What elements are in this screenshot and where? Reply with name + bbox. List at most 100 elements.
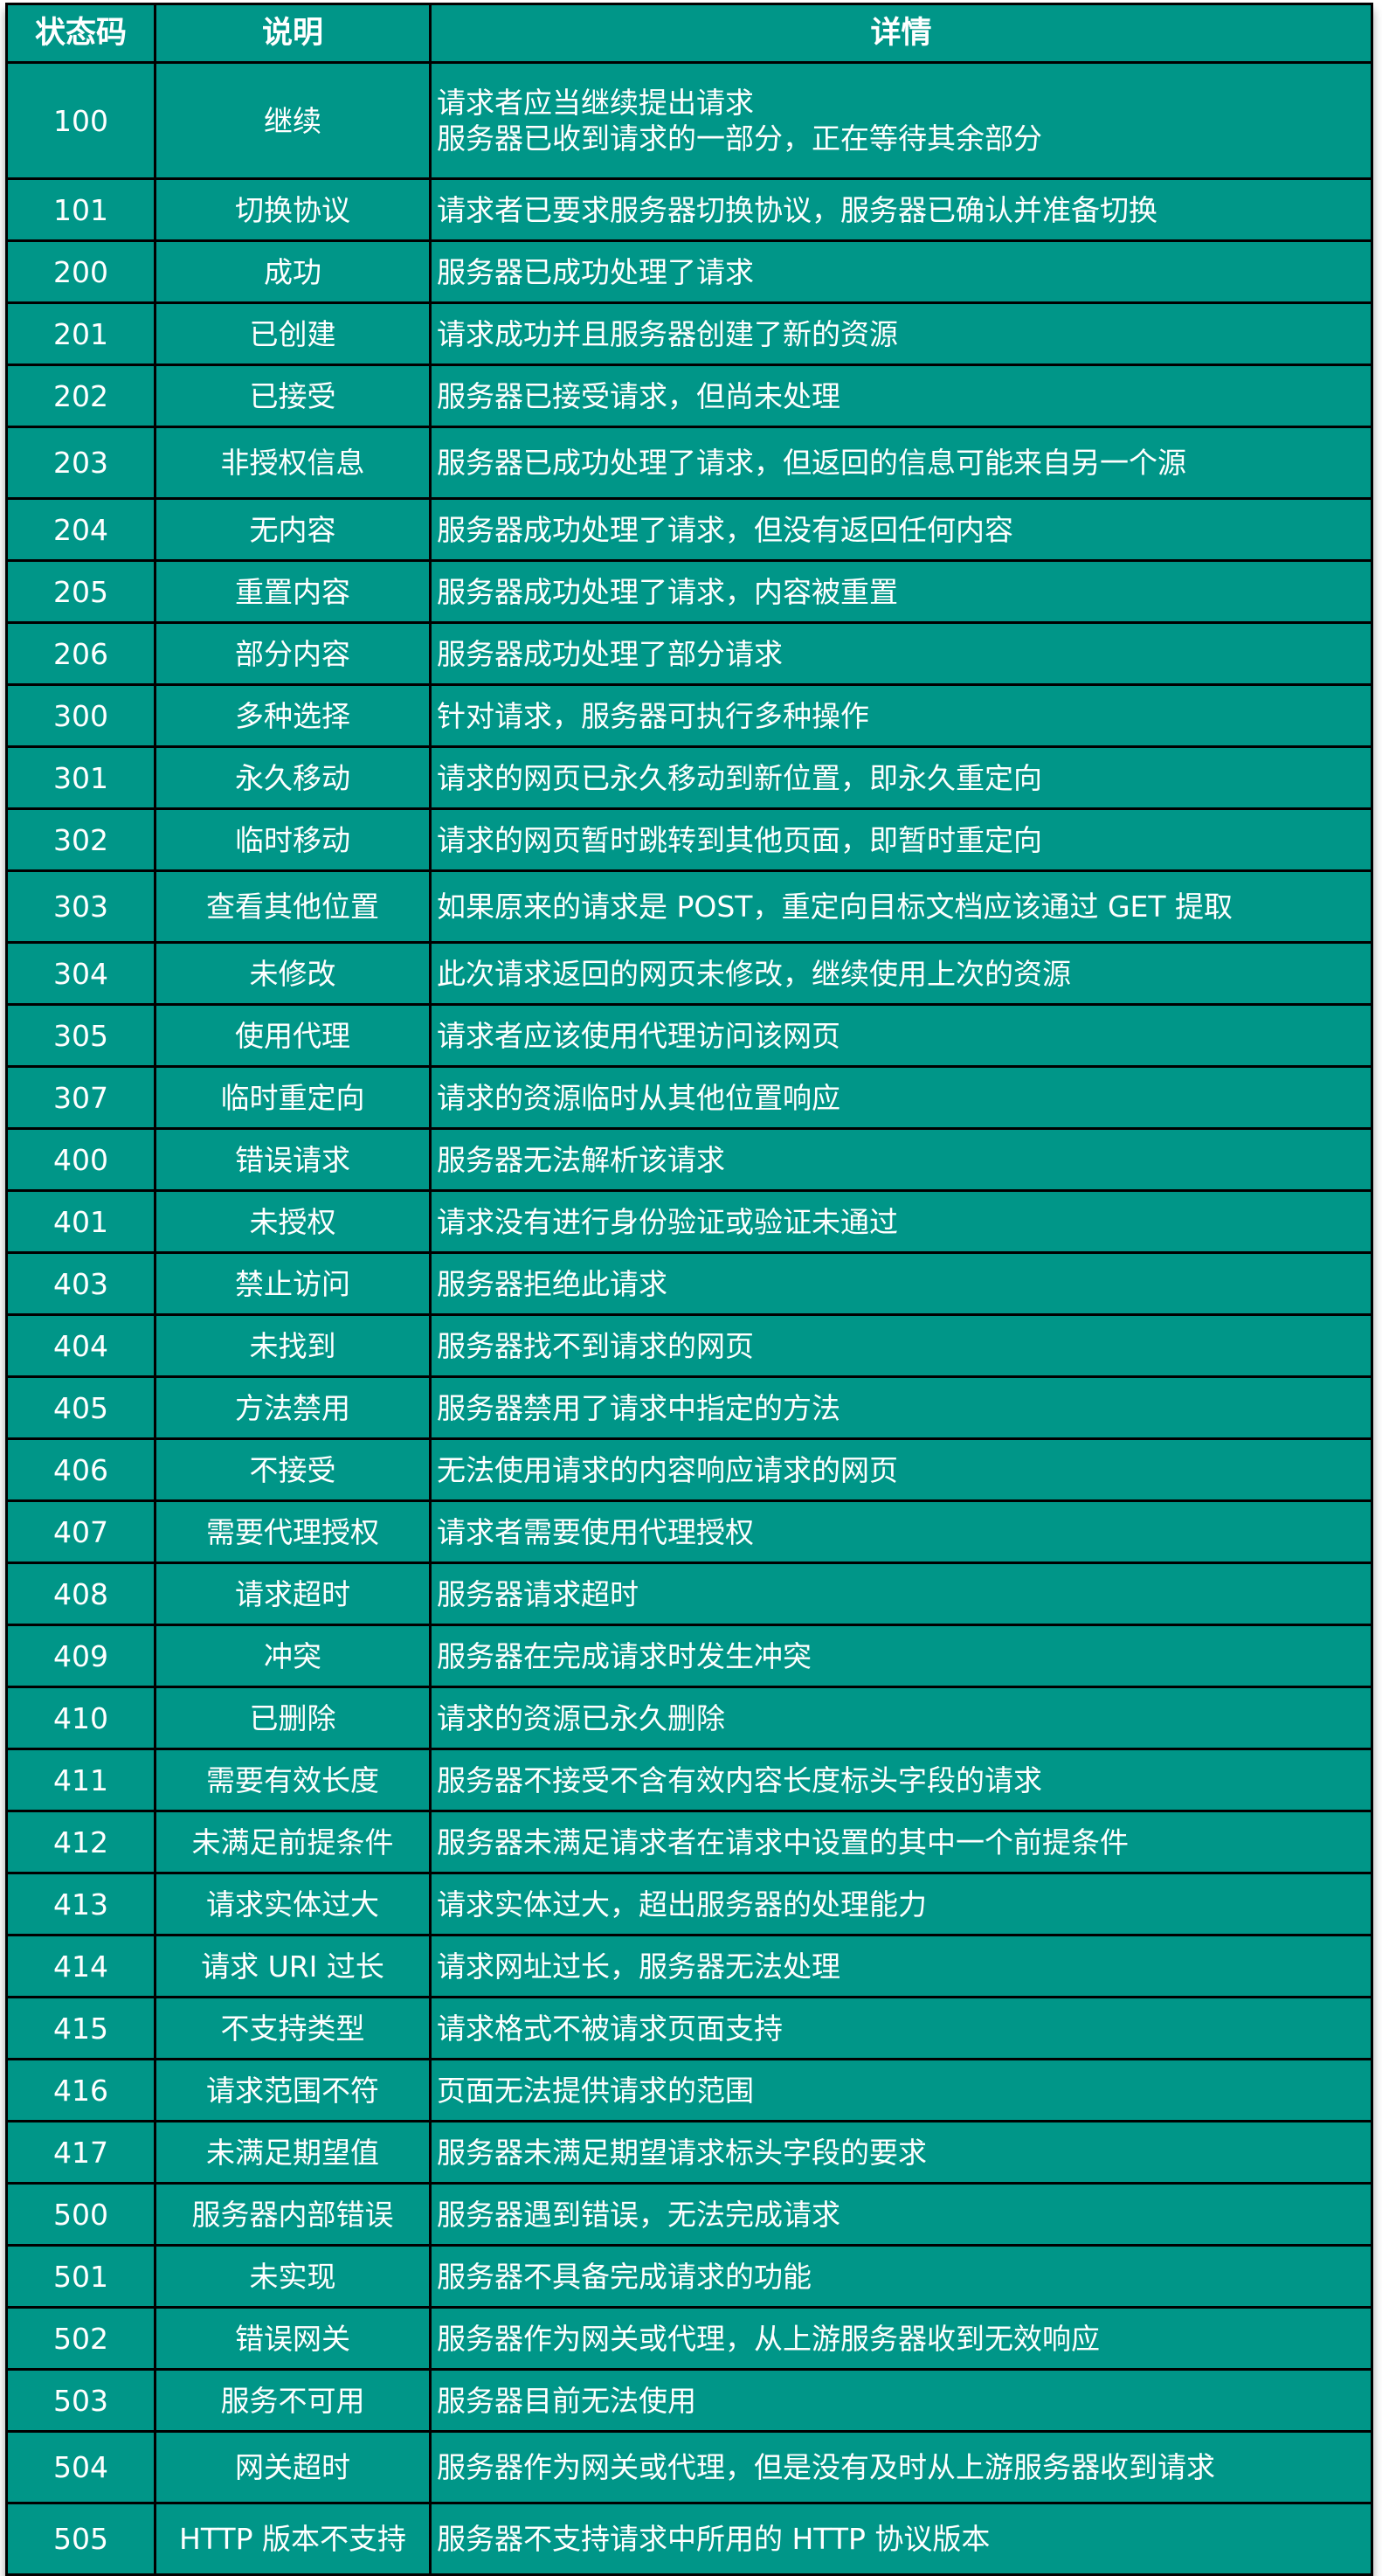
status-code-cell: 500 (5, 2182, 156, 2247)
status-detail-cell: 服务器未满足期望请求标头字段的要求 (429, 2120, 1373, 2185)
status-code-cell: 417 (5, 2120, 156, 2185)
status-detail-cell: 服务器遇到错误，无法完成请求 (429, 2182, 1373, 2247)
status-detail-cell: 请求实体过大，超出服务器的处理能力 (429, 1872, 1373, 1936)
status-detail-cell: 请求格式不被请求页面支持 (429, 1996, 1373, 2060)
header-detail: 详情 (429, 3, 1373, 64)
table-row: 500 服务器内部错误 服务器遇到错误，无法完成请求 (5, 2182, 1373, 2247)
status-detail-cell: 服务器请求超时 (429, 1562, 1373, 1626)
status-name-cell: 请求超时 (154, 1562, 432, 1626)
status-name-cell: 不接受 (154, 1437, 432, 1502)
status-code-cell: 302 (5, 807, 156, 872)
status-code-cell: 404 (5, 1313, 156, 1378)
status-name-cell: 未满足前提条件 (154, 1810, 432, 1874)
table-row: 503 服务不可用 服务器目前无法使用 (5, 2368, 1373, 2433)
status-code-cell: 502 (5, 2306, 156, 2371)
status-name-cell: 已创建 (154, 301, 432, 366)
status-detail-cell: 无法使用请求的内容响应请求的网页 (429, 1437, 1373, 1502)
table-row: 407 需要代理授权 请求者需要使用代理授权 (5, 1499, 1373, 1564)
status-code-cell: 303 (5, 869, 156, 944)
status-detail-cell: 请求者已要求服务器切换协议，服务器已确认并准备切换 (429, 177, 1373, 242)
status-code-cell: 504 (5, 2430, 156, 2504)
status-detail-cell: 请求者需要使用代理授权 (429, 1499, 1373, 1564)
header-code: 状态码 (5, 3, 156, 64)
table-row: 505 HTTP 版本不支持 服务器不支持请求中所用的 HTTP 协议版本 (5, 2502, 1373, 2576)
table-body: 100 继续 请求者应当继续提出请求 服务器已收到请求的一部分，正在等待其余部分 101… (5, 61, 1373, 2576)
status-detail-cell: 请求的资源临时从其他位置响应 (429, 1065, 1373, 1130)
table-row: 301 永久移动 请求的网页已永久移动到新位置，即永久重定向 (5, 745, 1373, 810)
status-name-cell: 网关超时 (154, 2430, 432, 2504)
status-name-cell: 需要有效长度 (154, 1748, 432, 1812)
status-name-cell: 永久移动 (154, 745, 432, 810)
table-row: 410 已删除 请求的资源已永久删除 (5, 1686, 1373, 1750)
table-row: 504 网关超时 服务器作为网关或代理，但是没有及时从上游服务器收到请求 (5, 2430, 1373, 2504)
status-code-cell: 301 (5, 745, 156, 810)
status-detail-cell: 服务器成功处理了请求，内容被重置 (429, 559, 1373, 624)
status-code-cell: 409 (5, 1624, 156, 1688)
status-code-cell: 203 (5, 426, 156, 500)
status-code-cell: 204 (5, 497, 156, 562)
table-row: 205 重置内容 服务器成功处理了请求，内容被重置 (5, 559, 1373, 624)
status-detail-cell: 服务器未满足请求者在请求中设置的其中一个前提条件 (429, 1810, 1373, 1874)
status-detail-cell: 请求的网页已永久移动到新位置，即永久重定向 (429, 745, 1373, 810)
status-code-cell: 201 (5, 301, 156, 366)
table-row: 406 不接受 无法使用请求的内容响应请求的网页 (5, 1437, 1373, 1502)
status-name-cell: 禁止访问 (154, 1251, 432, 1316)
status-name-cell: 请求范围不符 (154, 2058, 432, 2122)
status-detail-cell: 服务器作为网关或代理，从上游服务器收到无效响应 (429, 2306, 1373, 2371)
status-detail-cell: 服务器已成功处理了请求，但返回的信息可能来自另一个源 (429, 426, 1373, 500)
status-detail-cell: 服务器成功处理了请求，但没有返回任何内容 (429, 497, 1373, 562)
status-name-cell: 需要代理授权 (154, 1499, 432, 1564)
status-name-cell: 错误网关 (154, 2306, 432, 2371)
status-code-cell: 416 (5, 2058, 156, 2122)
table-row: 305 使用代理 请求者应该使用代理访问该网页 (5, 1003, 1373, 1068)
status-name-cell: 临时重定向 (154, 1065, 432, 1130)
table-row: 204 无内容 服务器成功处理了请求，但没有返回任何内容 (5, 497, 1373, 562)
status-code-cell: 408 (5, 1562, 156, 1626)
status-detail-cell: 此次请求返回的网页未修改，继续使用上次的资源 (429, 941, 1373, 1006)
status-code-cell: 407 (5, 1499, 156, 1564)
status-detail-cell: 针对请求，服务器可执行多种操作 (429, 683, 1373, 748)
table-row: 501 未实现 服务器不具备完成请求的功能 (5, 2244, 1373, 2309)
status-code-cell: 307 (5, 1065, 156, 1130)
status-name-cell: 继续 (154, 61, 432, 180)
status-code-cell: 406 (5, 1437, 156, 1502)
status-detail-cell: 服务器无法解析该请求 (429, 1127, 1373, 1192)
status-code-cell: 412 (5, 1810, 156, 1874)
status-code-cell: 501 (5, 2244, 156, 2309)
status-detail-cell: 请求网址过长，服务器无法处理 (429, 1934, 1373, 1998)
status-code-cell: 401 (5, 1189, 156, 1254)
status-name-cell: 未实现 (154, 2244, 432, 2309)
table-row: 303 查看其他位置 如果原来的请求是 POST，重定向目标文档应该通过 GET 提… (5, 869, 1373, 944)
table-row: 413 请求实体过大 请求实体过大，超出服务器的处理能力 (5, 1872, 1373, 1936)
status-name-cell: 重置内容 (154, 559, 432, 624)
table-row: 206 部分内容 服务器成功处理了部分请求 (5, 621, 1373, 686)
status-code-cell: 206 (5, 621, 156, 686)
table-row: 412 未满足前提条件 服务器未满足请求者在请求中设置的其中一个前提条件 (5, 1810, 1373, 1874)
status-name-cell: 无内容 (154, 497, 432, 562)
table-row: 300 多种选择 针对请求，服务器可执行多种操作 (5, 683, 1373, 748)
table-row: 304 未修改 此次请求返回的网页未修改，继续使用上次的资源 (5, 941, 1373, 1006)
status-detail-cell: 请求者应当继续提出请求 服务器已收到请求的一部分，正在等待其余部分 (429, 61, 1373, 180)
status-detail-cell: 服务器禁用了请求中指定的方法 (429, 1375, 1373, 1440)
status-detail-cell: 请求没有进行身份验证或验证未通过 (429, 1189, 1373, 1254)
table-row: 203 非授权信息 服务器已成功处理了请求，但返回的信息可能来自另一个源 (5, 426, 1373, 500)
table-row: 414 请求 URI 过长 请求网址过长，服务器无法处理 (5, 1934, 1373, 1998)
table-row: 417 未满足期望值 服务器未满足期望请求标头字段的要求 (5, 2120, 1373, 2185)
status-detail-cell: 服务器拒绝此请求 (429, 1251, 1373, 1316)
table-row: 408 请求超时 服务器请求超时 (5, 1562, 1373, 1626)
status-detail-cell: 服务器成功处理了部分请求 (429, 621, 1373, 686)
table-row: 502 错误网关 服务器作为网关或代理，从上游服务器收到无效响应 (5, 2306, 1373, 2371)
status-name-cell: 多种选择 (154, 683, 432, 748)
status-name-cell: 请求 URI 过长 (154, 1934, 432, 1998)
status-name-cell: 临时移动 (154, 807, 432, 872)
status-name-cell: 未授权 (154, 1189, 432, 1254)
status-code-cell: 200 (5, 239, 156, 304)
status-name-cell: 成功 (154, 239, 432, 304)
table-row: 400 错误请求 服务器无法解析该请求 (5, 1127, 1373, 1192)
table-row: 200 成功 服务器已成功处理了请求 (5, 239, 1373, 304)
status-code-cell: 403 (5, 1251, 156, 1316)
status-code-cell: 305 (5, 1003, 156, 1068)
status-code-cell: 413 (5, 1872, 156, 1936)
status-name-cell: 已接受 (154, 364, 432, 428)
status-detail-cell: 服务器已接受请求，但尚未处理 (429, 364, 1373, 428)
